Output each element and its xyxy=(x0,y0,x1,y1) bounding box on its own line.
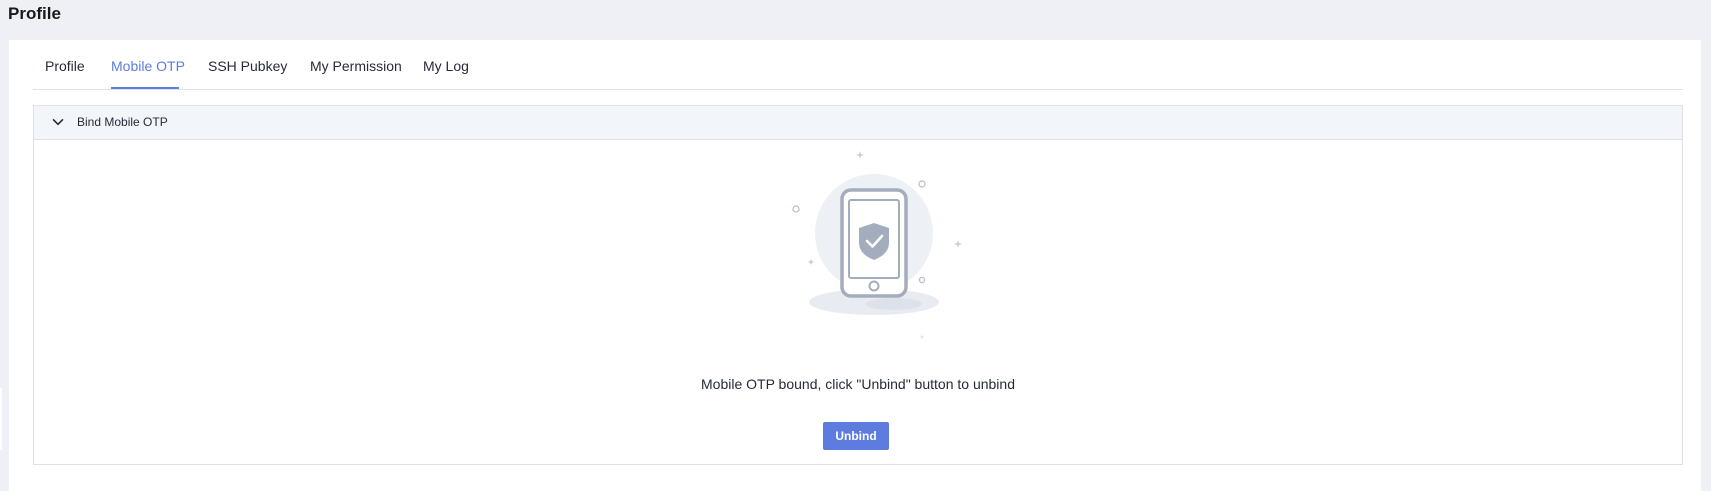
tab-my-permission[interactable]: My Permission xyxy=(310,57,402,75)
page-title: Profile xyxy=(8,4,61,23)
tab-mobile-otp[interactable]: Mobile OTP xyxy=(111,57,185,75)
phone-shield-check-icon xyxy=(792,151,962,339)
profile-card: Profile Mobile OTP SSH Pubkey My Permiss… xyxy=(9,40,1701,491)
tab-bar: Profile Mobile OTP SSH Pubkey My Permiss… xyxy=(33,40,1683,90)
unbind-button[interactable]: Unbind xyxy=(823,422,889,450)
panel-header[interactable]: Bind Mobile OTP xyxy=(34,106,1682,140)
status-message: Mobile OTP bound, click "Unbind" button … xyxy=(701,376,1015,392)
tab-ssh-pubkey[interactable]: SSH Pubkey xyxy=(208,57,287,75)
edge-divider xyxy=(0,388,2,450)
active-tab-indicator xyxy=(111,87,179,89)
bind-mobile-otp-panel: Bind Mobile OTP Mobile OTP bound, click … xyxy=(33,105,1683,465)
tab-profile[interactable]: Profile xyxy=(45,57,85,75)
panel-title: Bind Mobile OTP xyxy=(77,115,168,129)
tab-my-log[interactable]: My Log xyxy=(423,57,469,75)
chevron-down-icon[interactable] xyxy=(52,116,64,128)
